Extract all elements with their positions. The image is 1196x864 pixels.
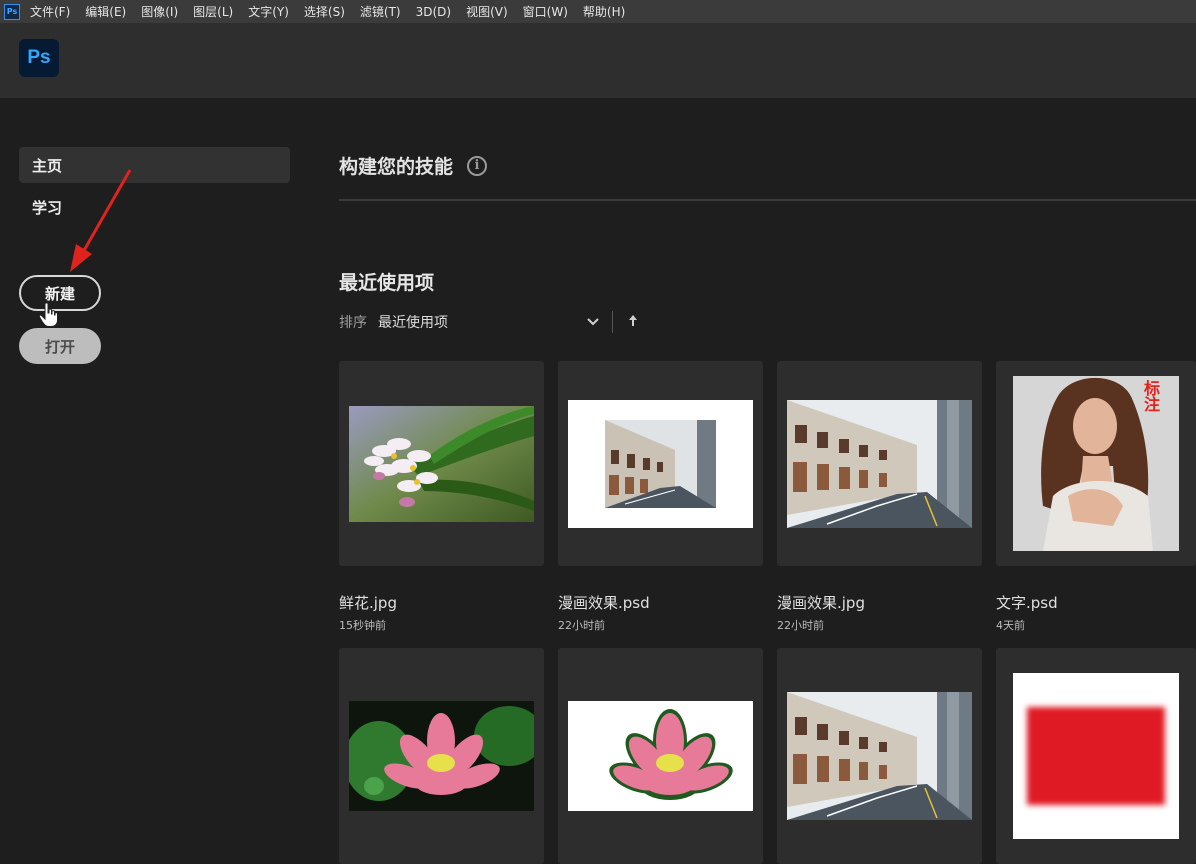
annotation-arrow-icon	[70, 169, 132, 272]
sort-separator	[612, 311, 613, 333]
red-block-thumbnail	[1013, 673, 1179, 839]
menu-image[interactable]: 图像(I)	[141, 3, 178, 20]
file-name[interactable]: 文字.psd	[996, 592, 1058, 613]
file-name[interactable]: 漫画效果.jpg	[777, 592, 865, 613]
sidebar-item-label: 学习	[32, 198, 63, 217]
street-thumbnail	[787, 692, 972, 820]
portrait-overlay-text: 标注	[1141, 380, 1160, 412]
sort-dropdown[interactable]: 最近使用项	[378, 312, 583, 332]
recent-files-title: 最近使用项	[339, 272, 435, 294]
sort-controls: 排序 最近使用项	[339, 311, 637, 333]
file-name[interactable]: 鲜花.jpg	[339, 592, 397, 613]
recent-file-card[interactable]: 标注	[996, 361, 1196, 566]
file-time: 4天前	[996, 619, 1025, 632]
menu-layer[interactable]: 图层(L)	[193, 3, 233, 20]
lotus-thumbnail	[349, 701, 534, 811]
menu-filter[interactable]: 滤镜(T)	[360, 3, 401, 20]
recent-file-card[interactable]	[339, 361, 544, 566]
street-on-white-thumbnail	[568, 399, 753, 528]
menu-type[interactable]: 文字(Y)	[248, 3, 289, 20]
recent-file-card[interactable]	[996, 648, 1196, 864]
flower-thumbnail	[349, 405, 534, 522]
section-divider	[339, 199, 1196, 201]
info-icon[interactable]: i	[467, 155, 488, 176]
street-thumbnail	[787, 399, 972, 528]
menu-edit[interactable]: 编辑(E)	[85, 3, 126, 20]
hand-cursor-icon	[38, 302, 58, 327]
sort-label: 排序	[339, 315, 367, 331]
arrow-up-icon[interactable]	[629, 315, 637, 329]
lotus-cutout-thumbnail	[568, 701, 753, 811]
portrait-thumbnail: 标注	[1013, 376, 1179, 551]
photoshop-logo: Ps	[19, 39, 59, 77]
menu-window[interactable]: 窗口(W)	[523, 3, 568, 20]
menu-3d[interactable]: 3D(D)	[416, 5, 451, 19]
new-button[interactable]: 新建	[19, 275, 101, 311]
recent-file-card[interactable]	[339, 648, 544, 864]
chevron-down-icon[interactable]	[583, 314, 603, 330]
recent-file-card[interactable]	[777, 648, 982, 864]
menu-help[interactable]: 帮助(H)	[583, 3, 625, 20]
skills-title-text: 构建您的技能	[339, 156, 454, 178]
home-header: Ps	[0, 23, 1196, 98]
file-name[interactable]: 漫画效果.psd	[558, 592, 650, 613]
red-block-shape	[1027, 707, 1165, 805]
photoshop-app-icon[interactable]: Ps	[4, 3, 20, 20]
recent-file-card[interactable]	[558, 361, 763, 566]
file-time: 22小时前	[558, 619, 605, 632]
recent-file-card[interactable]	[777, 361, 982, 566]
skills-section-title: 构建您的技能 i	[339, 152, 488, 179]
menu-view[interactable]: 视图(V)	[466, 3, 508, 20]
menu-select[interactable]: 选择(S)	[304, 3, 345, 20]
sidebar-item-label: 主页	[32, 156, 63, 175]
menu-file[interactable]: 文件(F)	[30, 3, 70, 20]
menu-bar: Ps 文件(F) 编辑(E) 图像(I) 图层(L) 文字(Y) 选择(S) 滤…	[0, 0, 1196, 23]
recent-file-card[interactable]	[558, 648, 763, 864]
file-time: 22小时前	[777, 619, 824, 632]
open-button[interactable]: 打开	[19, 328, 101, 364]
file-time: 15秒钟前	[339, 619, 386, 632]
